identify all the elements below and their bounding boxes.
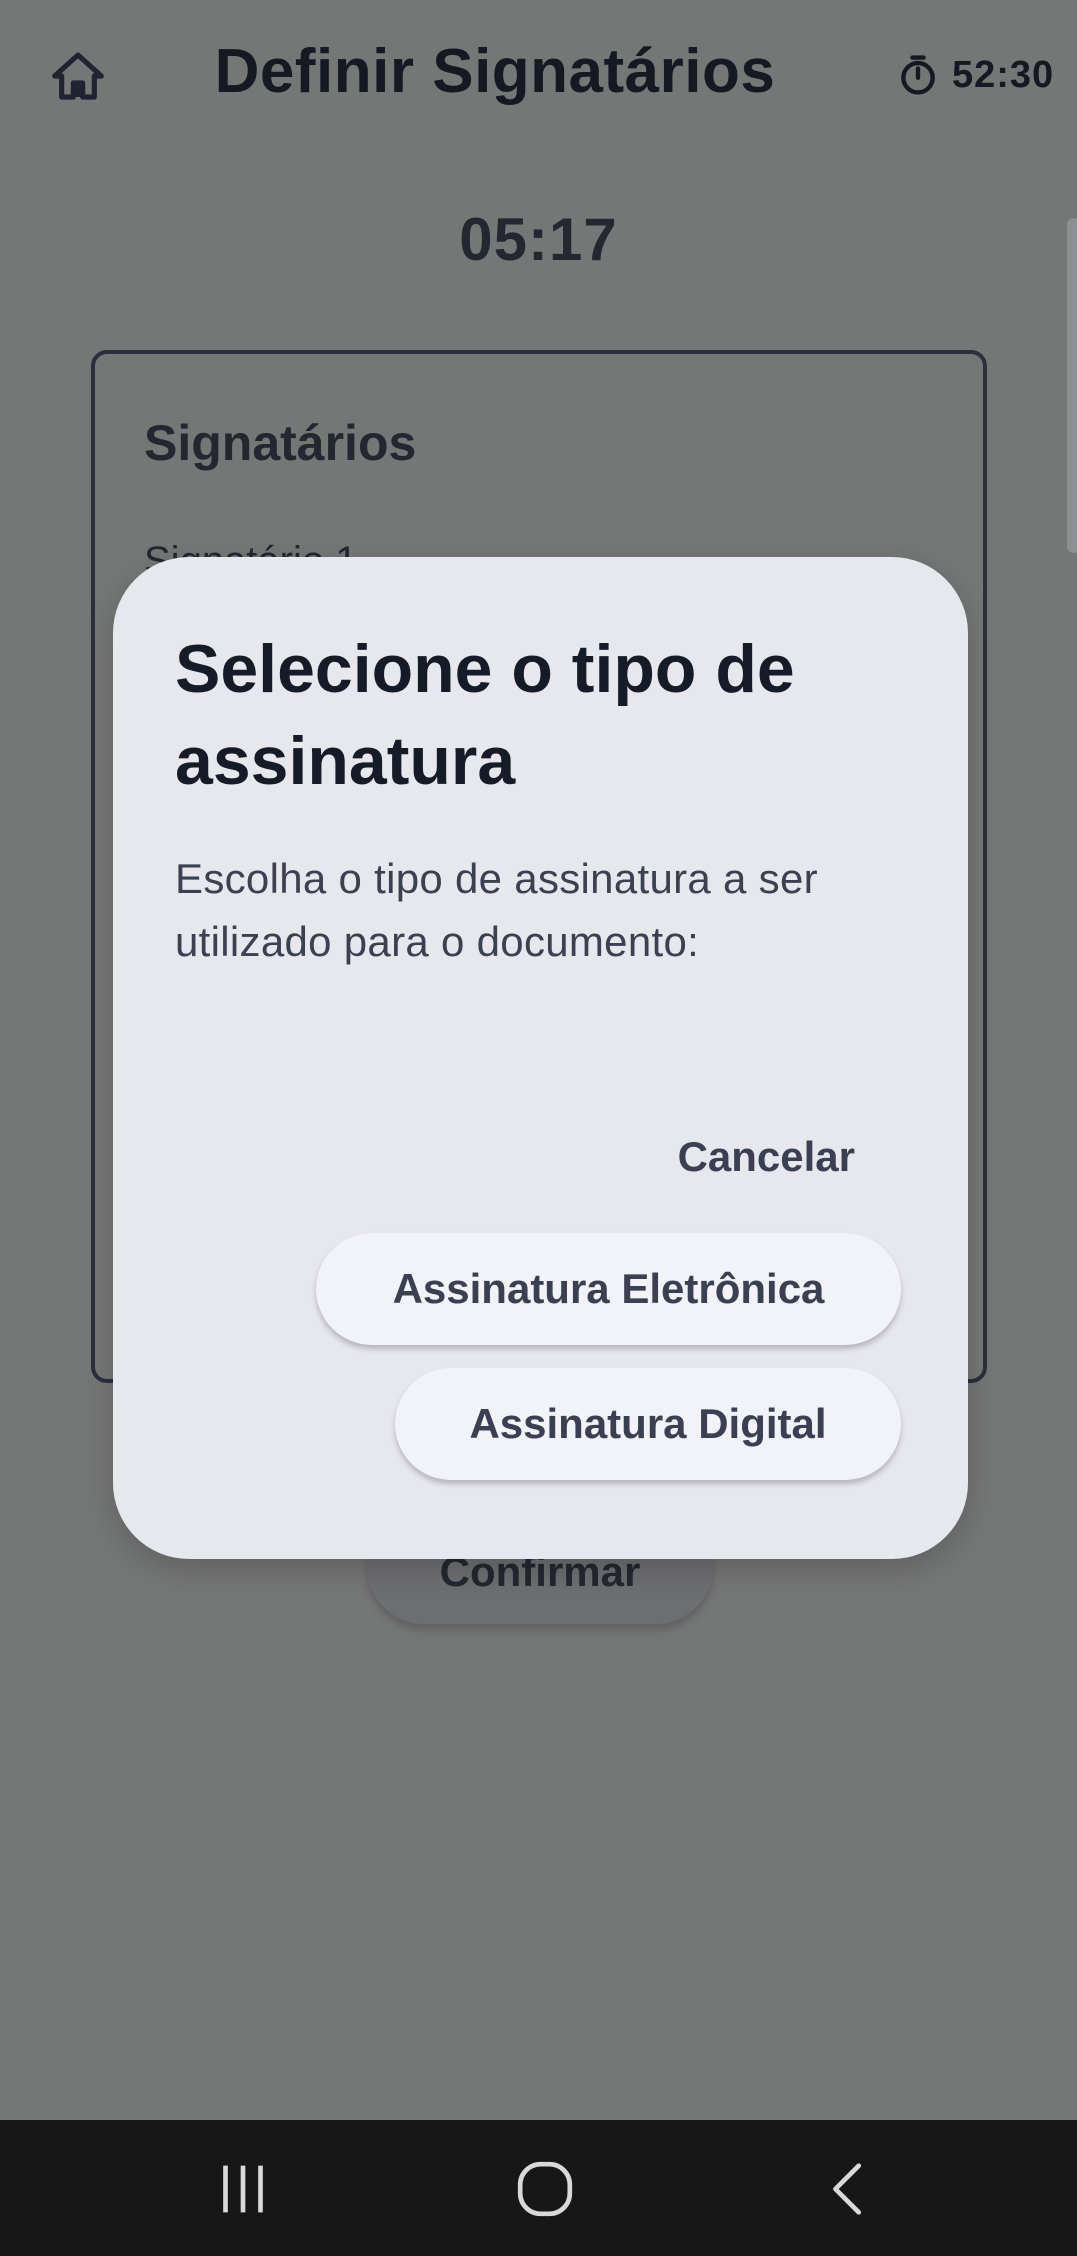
- scrollbar-thumb[interactable]: [1067, 218, 1077, 553]
- page-title: Definir Signatários: [214, 37, 776, 106]
- recent-apps-icon[interactable]: [208, 2154, 278, 2224]
- card-title: Signatários: [144, 415, 417, 471]
- back-chevron-icon[interactable]: [815, 2154, 885, 2224]
- digital-signature-button[interactable]: Assinatura Digital: [395, 1368, 901, 1480]
- signature-type-dialog: Selecione o tipo de assinatura Escolha o…: [113, 557, 968, 1559]
- countdown-timer: 05:17: [459, 206, 618, 273]
- home-circle-icon[interactable]: [510, 2154, 580, 2224]
- app-bar: Definir Signatários 52:30: [0, 0, 1077, 150]
- system-navigation-bar: [0, 2120, 1077, 2256]
- timer-value: 52:30: [952, 53, 1055, 96]
- cancel-button[interactable]: Cancelar: [625, 1117, 885, 1197]
- session-timer: 52:30: [896, 50, 1054, 100]
- dialog-message: Escolha o tipo de assinatura a ser utili…: [175, 855, 818, 965]
- electronic-signature-button[interactable]: Assinatura Eletrônica: [316, 1233, 901, 1345]
- dialog-title: Selecione o tipo de assinatura: [175, 631, 795, 799]
- stopwatch-icon: [901, 55, 935, 95]
